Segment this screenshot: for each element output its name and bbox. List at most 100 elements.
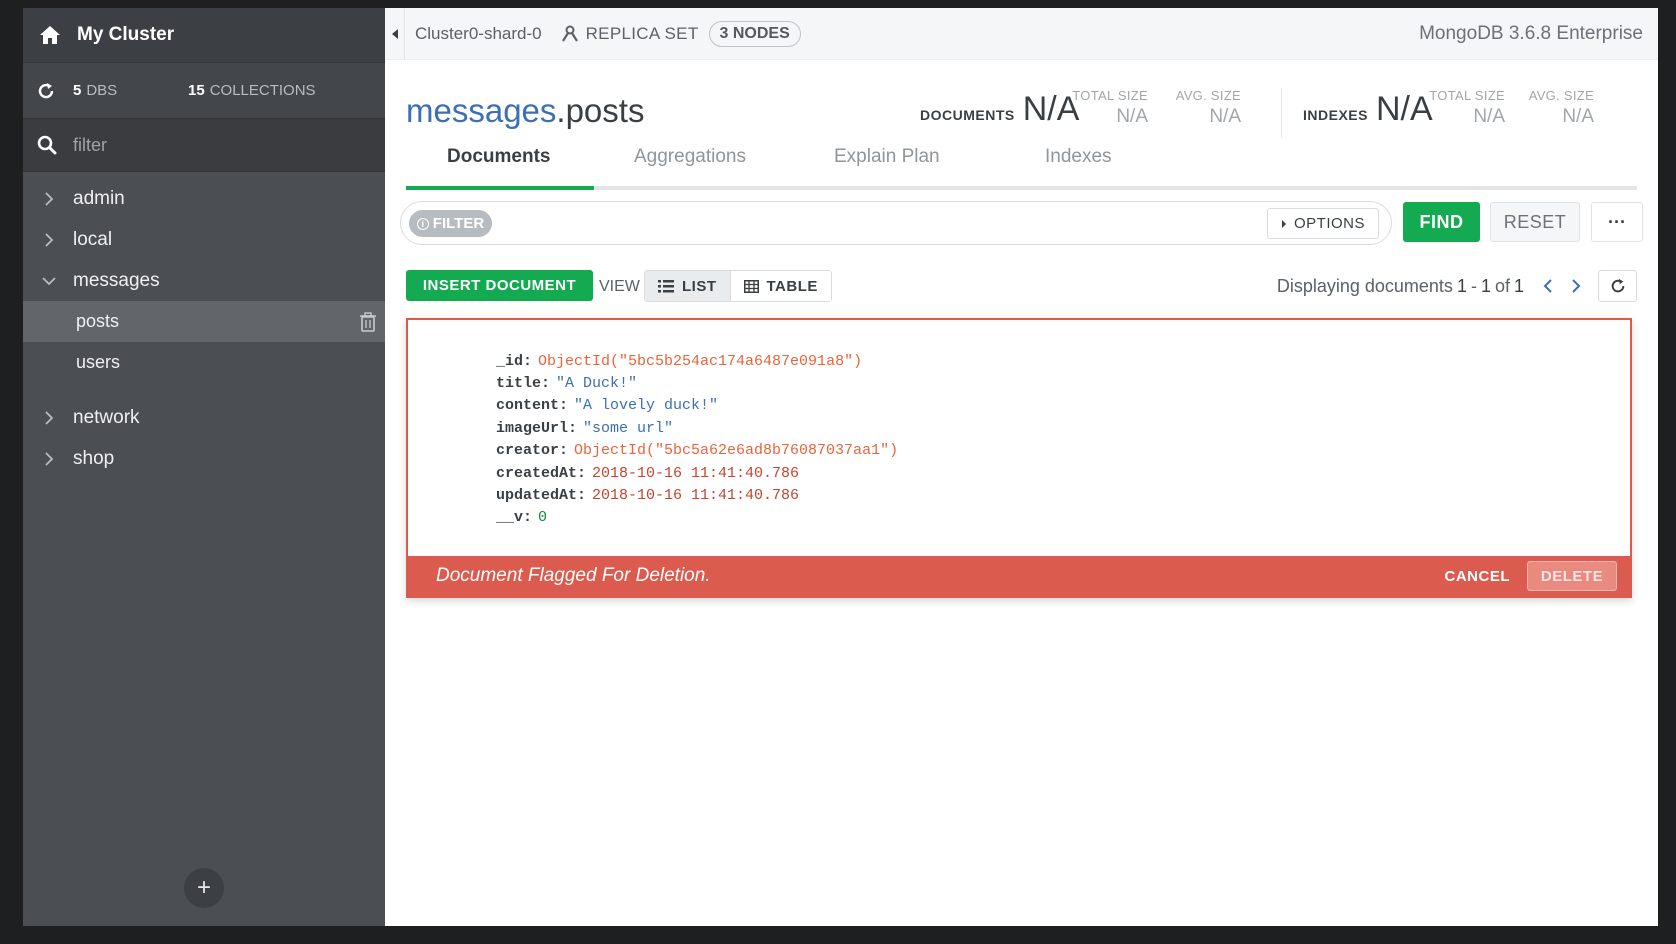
chevron-right-icon[interactable] bbox=[39, 449, 59, 469]
field-key: __v: bbox=[496, 509, 533, 527]
next-page-icon[interactable] bbox=[1564, 271, 1588, 301]
field-value: "some url" bbox=[583, 419, 674, 437]
idx-avg-size-label: AVG. SIZE bbox=[1528, 88, 1594, 103]
paging-start: 1 bbox=[1456, 275, 1467, 296]
collections-count: 15 bbox=[188, 82, 205, 99]
documents-label: DOCUMENTS bbox=[920, 107, 1015, 123]
tab-explain-plan[interactable]: Explain Plan bbox=[834, 146, 940, 168]
doc-total-size: TOTAL SIZE N/A bbox=[1068, 88, 1148, 128]
sidebar-db-local[interactable]: local bbox=[23, 219, 385, 260]
sidebar-collection-users[interactable]: users bbox=[23, 342, 385, 383]
table-label: TABLE bbox=[766, 277, 818, 295]
server-version: MongoDB 3.6.8 Enterprise bbox=[1419, 22, 1643, 44]
doc-field-creator[interactable]: creator: ObjectId("5bc5a62e6ad8b76087037a… bbox=[496, 440, 898, 462]
sidebar-db-network[interactable]: network bbox=[23, 397, 385, 438]
prev-page-icon[interactable] bbox=[1536, 271, 1560, 301]
add-database-button[interactable]: + bbox=[184, 868, 224, 908]
list-label: LIST bbox=[682, 277, 717, 295]
field-key: imageUrl: bbox=[496, 419, 578, 437]
pagination: Displaying documents 1 - 1 of 1 bbox=[1277, 270, 1637, 302]
reset-button[interactable]: RESET bbox=[1490, 202, 1580, 242]
sidebar-db-shop[interactable]: shop bbox=[23, 438, 385, 479]
doc-field-id[interactable]: _id: ObjectId("5bc5b254ac174a6487e091a8") bbox=[496, 350, 898, 372]
idx-total-size: TOTAL SIZE N/A bbox=[1425, 88, 1505, 128]
field-value: "A Duck!" bbox=[556, 375, 638, 393]
chevron-down-icon[interactable] bbox=[39, 271, 59, 291]
deletion-message: Document Flagged For Deletion. bbox=[436, 565, 711, 586]
sidebar-db-admin[interactable]: admin bbox=[23, 178, 385, 219]
documents-toolbar: INSERT DOCUMENT VIEW LIST TABLE Displayi… bbox=[406, 270, 1637, 302]
title-separator: . bbox=[556, 92, 566, 129]
paging-dash: - bbox=[1470, 275, 1477, 296]
sidebar: My Cluster 5 DBS 15 COLLECTIONS filter a… bbox=[23, 8, 385, 926]
doc-field-imageurl[interactable]: imageUrl: "some url" bbox=[496, 417, 898, 439]
doc-avg-size-label: AVG. SIZE bbox=[1175, 88, 1241, 103]
indexes-label: INDEXES bbox=[1303, 107, 1368, 123]
idx-avg-size-value: N/A bbox=[1562, 106, 1594, 127]
doc-field-title[interactable]: title: "A Duck!" bbox=[496, 372, 898, 394]
collections-label: COLLECTIONS bbox=[209, 82, 316, 99]
view-toggle: LIST TABLE bbox=[644, 270, 832, 302]
doc-field-updatedat[interactable]: updatedAt: 2018-10-16 11:41:40.786 bbox=[496, 484, 898, 506]
field-value: ObjectId("5bc5a62e6ad8b76087037aa1") bbox=[574, 442, 899, 460]
paging-total: 1 bbox=[1513, 275, 1524, 296]
paging-end: 1 bbox=[1480, 275, 1491, 296]
doc-field-content[interactable]: content: "A lovely duck!" bbox=[496, 395, 898, 417]
doc-field-createdat[interactable]: createdAt: 2018-10-16 11:41:40.786 bbox=[496, 462, 898, 484]
more-options-button[interactable]: ··· bbox=[1591, 202, 1643, 242]
chevron-right-icon[interactable] bbox=[39, 189, 59, 209]
idx-avg-size: AVG. SIZE N/A bbox=[1524, 88, 1594, 128]
tab-aggregations[interactable]: Aggregations bbox=[634, 146, 746, 168]
search-icon bbox=[37, 135, 63, 155]
find-button[interactable]: FIND bbox=[1403, 202, 1480, 242]
chevron-right-icon[interactable] bbox=[39, 408, 59, 428]
replica-set-label: REPLICA SET bbox=[585, 23, 699, 43]
paging-of: of bbox=[1494, 275, 1510, 296]
field-value: 2018-10-16 11:41:40.786 bbox=[592, 464, 800, 482]
cancel-button[interactable]: CANCEL bbox=[1445, 568, 1511, 585]
compass-window: My Cluster 5 DBS 15 COLLECTIONS filter a… bbox=[23, 7, 1658, 926]
filter-input[interactable] bbox=[73, 134, 333, 156]
doc-avg-size: AVG. SIZE N/A bbox=[1171, 88, 1241, 128]
options-button[interactable]: OPTIONS bbox=[1266, 208, 1379, 239]
insert-document-button[interactable]: INSERT DOCUMENT bbox=[406, 270, 593, 301]
refresh-documents-icon[interactable] bbox=[1598, 270, 1637, 302]
tab-documents[interactable]: Documents bbox=[447, 146, 550, 168]
document-fields: _id: ObjectId("5bc5b254ac174a6487e091a8")… bbox=[496, 350, 898, 529]
field-key: creator: bbox=[496, 442, 569, 460]
tab-indexes[interactable]: Indexes bbox=[1045, 146, 1112, 168]
table-view-button[interactable]: TABLE bbox=[730, 271, 831, 301]
db-name: messages bbox=[73, 269, 160, 291]
info-icon: i bbox=[416, 217, 429, 230]
db-link[interactable]: messages bbox=[406, 92, 556, 129]
refresh-icon[interactable] bbox=[37, 82, 63, 100]
options-label: OPTIONS bbox=[1293, 215, 1365, 232]
field-key: title: bbox=[496, 375, 551, 393]
sidebar-filter bbox=[23, 118, 385, 172]
doc-field-v[interactable]: __v: 0 bbox=[496, 507, 898, 529]
doc-total-size-value: N/A bbox=[1116, 106, 1148, 127]
collection-title: messages.posts bbox=[406, 92, 644, 130]
field-value: "A lovely duck!" bbox=[574, 397, 719, 415]
paging-prefix: Displaying documents bbox=[1276, 275, 1453, 296]
instance-stats: 5 DBS 15 COLLECTIONS bbox=[23, 62, 385, 118]
doc-avg-size-value: N/A bbox=[1209, 106, 1241, 127]
indexes-stat: INDEXES N/A bbox=[1303, 90, 1433, 129]
delete-confirmation-bar: Document Flagged For Deletion. CANCEL DE… bbox=[408, 556, 1630, 596]
delete-button[interactable]: DELETE bbox=[1527, 561, 1617, 591]
sidebar-collection-posts[interactable]: posts bbox=[23, 301, 385, 342]
db-name: admin bbox=[73, 187, 125, 209]
list-icon bbox=[658, 279, 674, 292]
query-bar[interactable]: i FILTER OPTIONS bbox=[400, 201, 1392, 245]
filter-label-text: FILTER bbox=[432, 215, 485, 232]
sidebar-db-messages[interactable]: messages bbox=[23, 260, 385, 301]
cluster-header[interactable]: My Cluster bbox=[23, 8, 385, 62]
collection-name: posts bbox=[565, 92, 645, 129]
db-name: local bbox=[73, 228, 113, 250]
chevron-right-icon[interactable] bbox=[39, 230, 59, 250]
list-view-button[interactable]: LIST bbox=[645, 271, 731, 301]
collapse-sidebar-icon[interactable] bbox=[385, 7, 405, 60]
trash-icon[interactable] bbox=[359, 312, 377, 332]
shard-name: Cluster0-shard-0 bbox=[415, 23, 542, 43]
stats-divider bbox=[1281, 88, 1282, 138]
